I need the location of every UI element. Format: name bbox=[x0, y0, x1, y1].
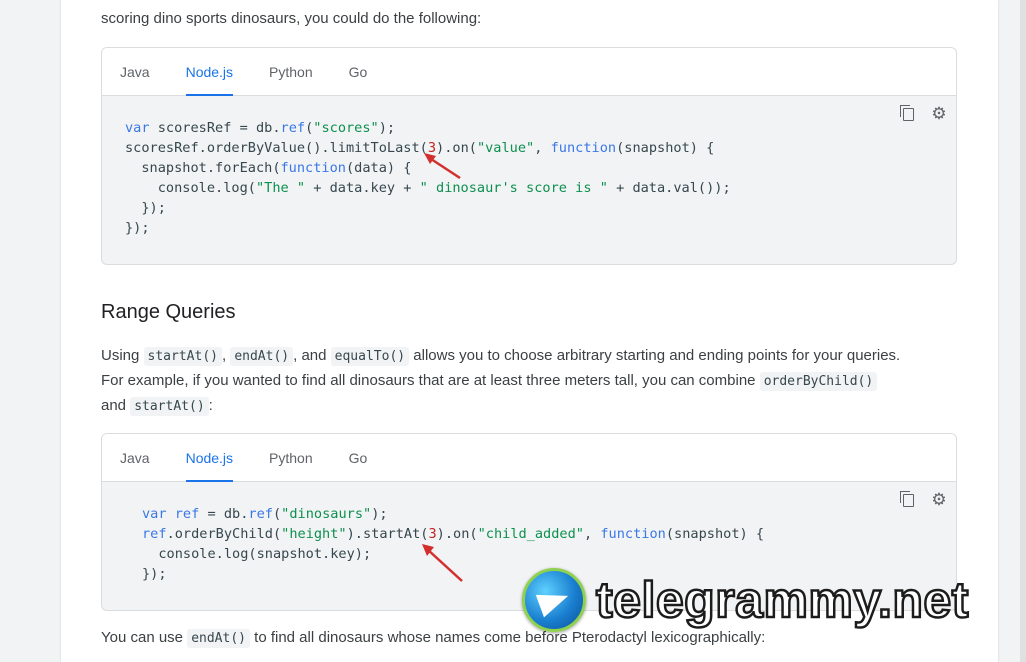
paper-plane-icon bbox=[535, 584, 573, 618]
text: You can use bbox=[101, 629, 188, 646]
copy-icon[interactable] bbox=[898, 105, 916, 123]
tab-java[interactable]: Java bbox=[102, 434, 168, 482]
intro-text: scoring dino sports dinosaurs, you could… bbox=[101, 10, 482, 27]
inline-code: equalTo() bbox=[330, 347, 410, 366]
tab-java[interactable]: Java bbox=[102, 48, 168, 96]
copy-icon[interactable] bbox=[898, 491, 916, 509]
dark-theme-toggle-icon[interactable]: ⚙ bbox=[930, 105, 948, 123]
language-tabs: Java Node.js Python Go bbox=[102, 434, 956, 482]
language-tabs: Java Node.js Python Go bbox=[102, 48, 956, 96]
text: allows you to choose arbitrary starting … bbox=[409, 347, 901, 364]
text: For example, if you wanted to find all d… bbox=[101, 372, 760, 389]
inline-code: endAt() bbox=[187, 629, 250, 648]
annotation-arrow bbox=[424, 153, 461, 180]
tab-go[interactable]: Go bbox=[331, 48, 386, 96]
tab-python[interactable]: Python bbox=[251, 48, 331, 96]
watermark-text: telegrammy.net bbox=[595, 571, 970, 630]
inline-code: endAt() bbox=[230, 347, 294, 366]
code-toolbar: ⚙ bbox=[898, 105, 948, 123]
code-block: var scoresRef = db.ref("scores"); scoresR… bbox=[125, 120, 731, 236]
annotation-arrow bbox=[422, 544, 463, 582]
range-queries-paragraph: Using startAt(), endAt(), and equalTo() … bbox=[101, 344, 971, 419]
inline-code: orderByChild() bbox=[759, 372, 878, 391]
text: : bbox=[208, 397, 213, 414]
scrollbar[interactable] bbox=[1020, 0, 1026, 662]
text: , and bbox=[293, 347, 331, 364]
text: Using bbox=[101, 347, 144, 364]
section-heading: Range Queries bbox=[101, 301, 236, 323]
text: and bbox=[101, 397, 131, 414]
tab-nodejs[interactable]: Node.js bbox=[168, 434, 251, 482]
watermark: telegrammy.net bbox=[522, 568, 970, 632]
inline-code: startAt() bbox=[130, 397, 209, 416]
inline-code: startAt() bbox=[143, 347, 222, 366]
code-toolbar: ⚙ bbox=[898, 491, 948, 509]
tab-go[interactable]: Go bbox=[331, 434, 386, 482]
dark-theme-toggle-icon[interactable]: ⚙ bbox=[930, 491, 948, 509]
code-sample-orderbyvalue: Java Node.js Python Go var scoresRef = d… bbox=[101, 47, 957, 265]
tab-nodejs[interactable]: Node.js bbox=[168, 48, 251, 96]
telegram-globe-logo bbox=[522, 568, 586, 632]
tab-python[interactable]: Python bbox=[251, 434, 331, 482]
